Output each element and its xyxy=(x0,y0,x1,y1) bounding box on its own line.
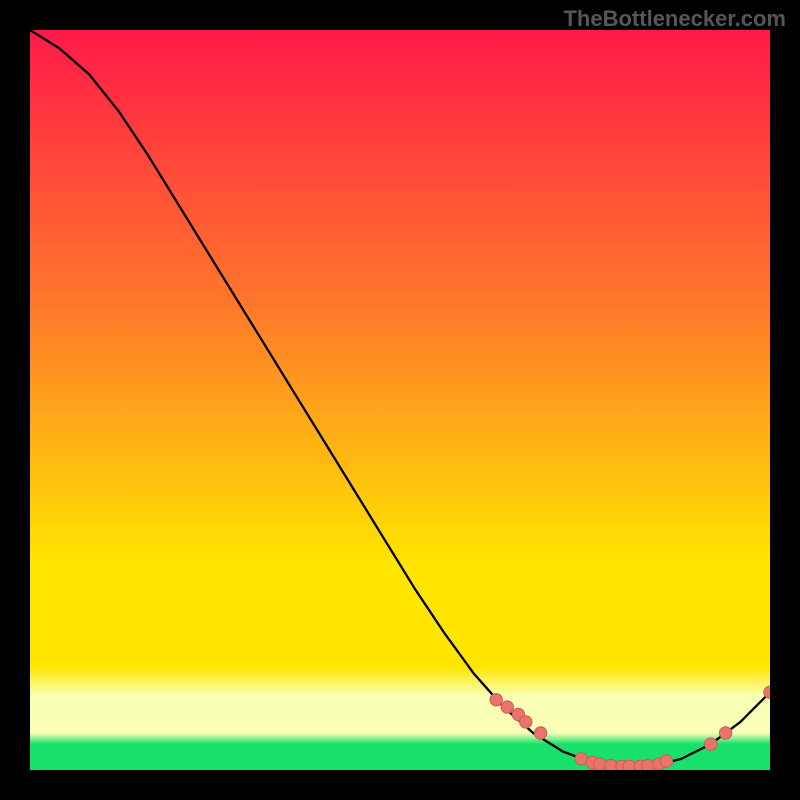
chart-svg xyxy=(30,30,770,770)
plot-area xyxy=(30,30,770,770)
chart-frame: TheBottlenecker.com xyxy=(0,0,800,800)
gradient-bg xyxy=(30,30,770,770)
watermark-text: TheBottlenecker.com xyxy=(563,6,786,32)
